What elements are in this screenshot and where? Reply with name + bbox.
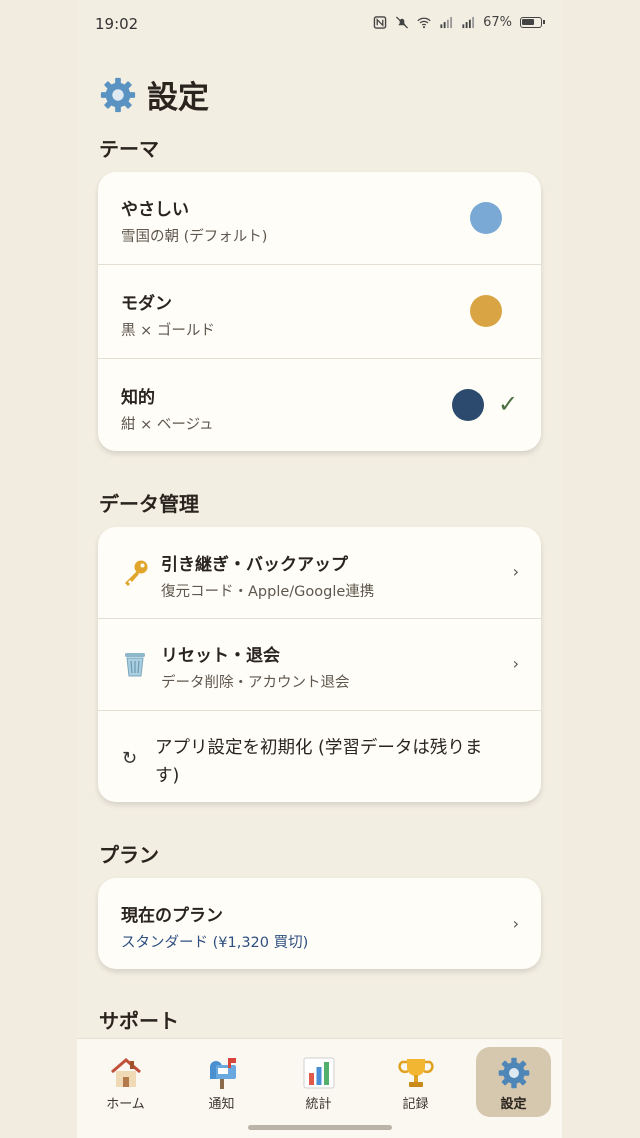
page-title: 設定 — [99, 72, 209, 117]
nav-records[interactable]: 記録 — [378, 1047, 453, 1117]
plan-section-heading: プラン — [99, 843, 159, 867]
reset-app-settings-label-line1: アプリ設定を初期化 (学習データは残りま — [155, 738, 483, 758]
bottom-nav: ホーム 通知 統計 記録 設定 — [77, 1038, 562, 1138]
reset-app-settings-label-line2: す) — [155, 766, 180, 786]
house-icon — [110, 1058, 141, 1087]
bar-chart-icon — [303, 1057, 334, 1089]
theme-option-title: やさしい — [121, 200, 189, 220]
nav-notifications[interactable]: 通知 — [184, 1047, 259, 1117]
key-icon — [125, 560, 148, 586]
theme-option-subtitle: 黒 × ゴールド — [121, 323, 215, 339]
backup-transfer-title: 引き継ぎ・バックアップ — [161, 555, 348, 575]
trophy-icon — [397, 1059, 434, 1087]
gear-icon — [498, 1057, 529, 1089]
battery-percent: 67% — [483, 15, 512, 30]
page-title-text: 設定 — [147, 80, 209, 116]
trash-icon — [125, 653, 145, 677]
theme-option-title: 知的 — [121, 388, 155, 408]
chevron-right-icon: › — [512, 914, 519, 933]
reset-withdraw-subtitle: データ削除・アカウント退会 — [161, 675, 350, 691]
chevron-right-icon: › — [512, 654, 519, 673]
theme-option-yasashii[interactable]: やさしい 雪国の朝 (デフォルト) — [98, 172, 541, 265]
signal-icon — [440, 16, 453, 29]
status-time: 19:02 — [95, 15, 139, 33]
selected-check-icon: ✓ — [498, 390, 519, 418]
backup-transfer-item[interactable]: 引き継ぎ・バックアップ 復元コード・Apple/Google連携 › — [98, 527, 541, 619]
current-plan-value: スタンダード (¥1,320 買切) — [121, 935, 309, 951]
theme-section-heading: テーマ — [99, 137, 159, 161]
home-indicator[interactable] — [248, 1125, 392, 1130]
reset-withdraw-title: リセット・退会 — [161, 646, 280, 666]
nav-label: 通知 — [208, 1097, 235, 1112]
theme-option-subtitle: 雪国の朝 (デフォルト) — [121, 229, 268, 245]
nav-label: 統計 — [305, 1097, 332, 1112]
reset-withdraw-item[interactable]: リセット・退会 データ削除・アカウント退会 › — [98, 619, 541, 711]
current-plan-label: 現在のプラン — [121, 906, 223, 926]
nav-home[interactable]: ホーム — [88, 1047, 163, 1117]
theme-color-swatch — [470, 295, 502, 327]
status-bar: 19:02 67% — [77, 0, 562, 48]
data-section-heading: データ管理 — [99, 492, 199, 516]
theme-option-subtitle: 紺 × ベージュ — [121, 417, 214, 433]
settings-screen: 19:02 67% 設定 テーマ やさしい 雪国の朝 (デフォルト) モダン 黒… — [77, 0, 562, 1138]
plan-card[interactable]: 現在のプラン スタンダード (¥1,320 買切) › — [98, 878, 541, 969]
theme-option-title: モダン — [121, 294, 172, 314]
nfc-icon — [373, 16, 387, 29]
chevron-right-icon: › — [512, 562, 519, 581]
nav-label: 記録 — [402, 1097, 429, 1112]
reset-icon: ↻ — [122, 748, 138, 769]
theme-option-chiteki[interactable]: 知的 紺 × ベージュ ✓ — [98, 359, 541, 451]
gear-icon — [100, 77, 136, 112]
nav-label: ホーム — [106, 1097, 145, 1112]
theme-color-swatch — [470, 202, 502, 234]
nav-settings[interactable]: 設定 — [476, 1047, 551, 1117]
backup-transfer-subtitle: 復元コード・Apple/Google連携 — [161, 584, 375, 600]
battery-icon — [520, 17, 545, 28]
mailbox-icon — [209, 1058, 236, 1089]
theme-card: やさしい 雪国の朝 (デフォルト) モダン 黒 × ゴールド 知的 紺 × ベー… — [98, 172, 541, 451]
nav-stats[interactable]: 統計 — [281, 1047, 356, 1117]
nav-label: 設定 — [500, 1097, 527, 1112]
mute-icon — [396, 16, 409, 29]
theme-color-swatch — [452, 389, 484, 421]
data-card: 引き継ぎ・バックアップ 復元コード・Apple/Google連携 › リセット・… — [98, 527, 541, 802]
status-icons: 67% — [373, 15, 545, 30]
reset-app-settings-item[interactable]: ↻ アプリ設定を初期化 (学習データは残りま す) — [98, 711, 541, 802]
signal-icon — [462, 16, 475, 29]
wifi-icon — [417, 17, 431, 29]
support-section-heading: サポート — [99, 1009, 179, 1033]
theme-option-modern[interactable]: モダン 黒 × ゴールド — [98, 265, 541, 359]
